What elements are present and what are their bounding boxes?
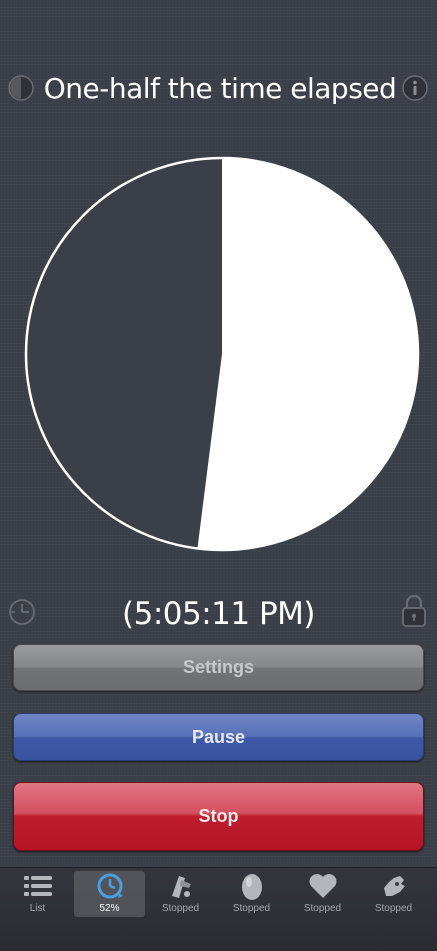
end-time-display: (5:05:11 PM) <box>122 596 316 632</box>
list-icon <box>23 871 53 901</box>
lock-icon[interactable] <box>399 593 429 629</box>
half-moon-icon[interactable] <box>7 74 35 102</box>
tab-label: List <box>29 903 46 914</box>
hand-icon <box>380 871 408 901</box>
tab-label: Stopped <box>161 903 200 914</box>
tab-label: Stopped <box>374 903 413 914</box>
settings-button[interactable]: Settings <box>13 644 424 691</box>
tab-hand[interactable]: Stopped <box>358 871 429 917</box>
tab-egg[interactable]: Stopped <box>216 871 287 917</box>
tab-heart[interactable]: Stopped <box>287 871 358 917</box>
pie-elapsed-slice <box>197 158 419 550</box>
tab-list[interactable]: List <box>2 871 73 917</box>
timer-clock-icon <box>95 871 125 901</box>
pause-button[interactable]: Pause <box>13 713 424 761</box>
stop-button[interactable]: Stop <box>13 782 424 851</box>
tab-bar: List 52% Stopped Stopped Stopped Stopped <box>0 867 437 951</box>
tab-label: Stopped <box>303 903 342 914</box>
info-icon[interactable] <box>401 74 429 102</box>
egg-icon <box>240 871 264 901</box>
time-row: (5:05:11 PM) <box>0 590 437 636</box>
elapsed-pie-chart <box>22 154 422 554</box>
tab-megaphone[interactable]: Stopped <box>145 871 216 917</box>
heart-icon <box>308 871 338 901</box>
tab-label: Stopped <box>232 903 271 914</box>
megaphone-icon <box>167 871 195 901</box>
tab-timer[interactable]: 52% <box>74 871 145 917</box>
page-title: One-half the time elapsed <box>43 72 397 105</box>
tab-label: 52% <box>99 903 120 914</box>
header: One-half the time elapsed <box>0 66 437 112</box>
